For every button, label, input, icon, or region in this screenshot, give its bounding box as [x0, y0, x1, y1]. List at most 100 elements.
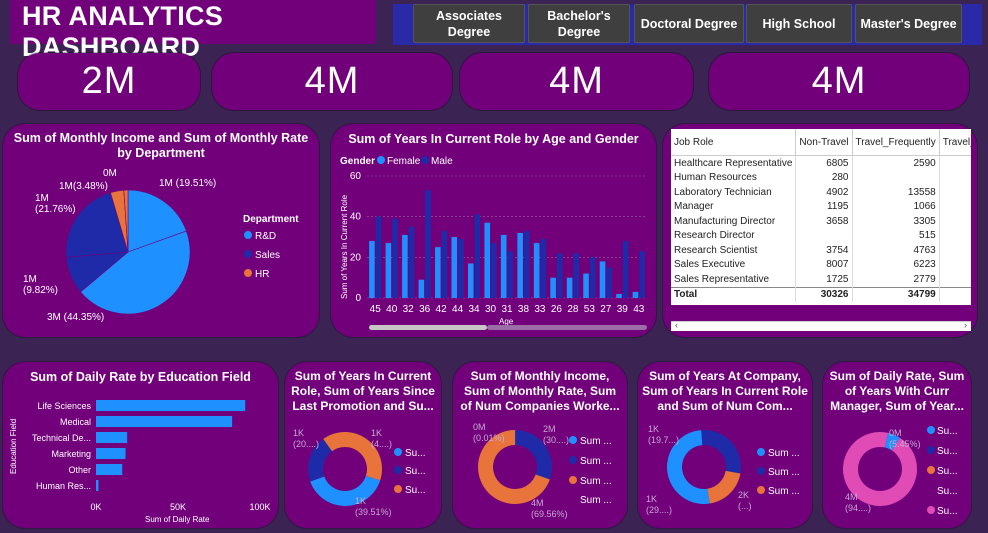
edu-bar-1 — [96, 416, 233, 427]
slicer-masters-degree[interactable]: Master's Degree — [855, 4, 962, 43]
total-cell: 34799 — [851, 286, 940, 302]
edu-x-tick: 100K — [249, 502, 270, 512]
age-bar-male-30 — [491, 243, 497, 298]
donut2-label-a: 0M (0.01%) — [473, 422, 505, 443]
kpi-card-4: 4M — [709, 53, 969, 110]
slicer-bachelors-degree[interactable]: Bachelor's Degree — [528, 4, 630, 43]
edu-x-tick: 50K — [170, 502, 186, 512]
age-bar-female-34 — [467, 263, 474, 298]
donut2-legend-2: Sum ... — [580, 456, 612, 467]
dashboard-title-banner: HR ANALYTICS DASHBOARD — [10, 0, 376, 62]
age-x-tick: 45 — [370, 304, 382, 315]
table-row[interactable]: Research Scientist 3754 4763 — [671, 243, 971, 258]
donut1-slice-0 — [310, 475, 381, 506]
slicer-doctoral-degree[interactable]: Doctoral Degree — [634, 4, 744, 43]
pie-label-r-and-d-large: 3M (44.35%) — [47, 312, 104, 323]
slicer-associates-degree[interactable]: Associates Degree — [413, 4, 525, 43]
department-pie-card[interactable]: Sum of Monthly Income and Sum of Monthly… — [3, 124, 319, 337]
slicer-high-school[interactable]: High School — [746, 4, 852, 43]
travel-value-cell — [938, 257, 971, 272]
col-header-travel-frequently[interactable]: Travel_Frequently — [852, 129, 940, 156]
table-row[interactable]: Research Director 515 — [671, 228, 971, 243]
travel-value-cell — [938, 243, 971, 258]
age-bar-male-45 — [375, 216, 382, 298]
age-y-axis-label: Sum of Years In Current Role — [340, 194, 349, 299]
department-pie-chart: 0M 1M (19.51%) 1M(3.48%) 1M (21.76%) 1M (9… — [23, 168, 299, 323]
scroll-right-icon[interactable]: › — [964, 320, 967, 330]
table-row[interactable]: Laboratory Technician 4902 13558 — [671, 185, 971, 200]
donut4-legend-3: Su... — [937, 466, 958, 477]
edu-bar-4 — [96, 464, 123, 475]
table-row[interactable]: Human Resources 280 — [671, 170, 971, 185]
edu-bar-3 — [96, 448, 126, 459]
age-bar-female-42 — [435, 247, 441, 298]
age-x-tick: 44 — [452, 304, 464, 315]
age-x-tick: 31 — [501, 304, 513, 315]
gender-legend-male: Male — [431, 156, 453, 167]
edu-category-label: Medical — [60, 417, 91, 427]
age-bar-female-43 — [632, 291, 639, 298]
donut2-label-b: 2M (30....) — [543, 424, 569, 445]
edu-category-label: Life Sciences — [37, 401, 91, 411]
table-row[interactable]: Manufacturing Director 3658 3305 — [671, 214, 971, 229]
job-role-table-card[interactable]: Job Role Non-Travel Travel_Frequently Tr… — [663, 124, 977, 337]
donut-daily-rate-chart: 0M (5.45%) 4M (94....) Su... Su... Su... S… — [843, 426, 958, 517]
donut1-legend-1: Su... — [405, 448, 426, 459]
age-bar-male-27 — [606, 267, 612, 298]
col-header-job-role[interactable]: Job Role — [671, 129, 797, 156]
col-header-travel-rarely[interactable]: Travel_ — [939, 129, 971, 156]
donut3-label-c: 1K (29....) — [646, 494, 672, 515]
travel-value-cell: 13558 — [851, 185, 940, 200]
table-row[interactable]: Sales Representative 1725 2779 — [671, 272, 971, 287]
travel-value-cell: 2590 — [851, 155, 940, 171]
donut-years-role-card[interactable]: Sum of Years In Current Role, Sum of Yea… — [285, 362, 441, 528]
donut4-legend-2: Su... — [937, 446, 958, 457]
table-row[interactable]: Healthcare Representative 6805 2590 — [671, 155, 971, 171]
edu-x-axis-label: Sum of Daily Rate — [145, 515, 210, 524]
col-header-non-travel[interactable]: Non-Travel — [795, 129, 853, 156]
age-x-tick: 36 — [419, 304, 431, 315]
donut-daily-rate-card[interactable]: Sum of Daily Rate, Sum of Years With Cur… — [823, 362, 971, 528]
pie-label-r-and-d-small: 1M (19.51%) — [159, 178, 216, 189]
donut-years-company-card[interactable]: Sum of Years At Company, Sum of Years In… — [638, 362, 812, 528]
age-bar-male-33 — [540, 239, 547, 298]
education-field-bar-card[interactable]: Sum of Daily Rate by Education Field Edu… — [3, 362, 278, 528]
donut-years-role-chart: 1K (20....) 1K (4....) 1K (39.51%) Su... Su… — [293, 428, 426, 517]
table-horizontal-scrollbar[interactable]: ‹ › — [671, 320, 971, 331]
table-row[interactable]: Manager 1195 1066 — [671, 199, 971, 214]
age-bar-female-27 — [599, 261, 606, 298]
pie-label-sales-large: 1M (21.76%) — [35, 193, 76, 215]
job-role-cell: Laboratory Technician — [674, 186, 772, 198]
donut1-label-b: 1K (4....) — [371, 428, 392, 449]
scroll-left-icon[interactable]: ‹ — [675, 320, 678, 330]
age-y-tick-60: 60 — [350, 171, 362, 182]
age-x-tick: 34 — [468, 304, 480, 315]
age-x-tick: 40 — [386, 304, 398, 315]
donut-monthly-income-card[interactable]: Sum of Monthly Income, Sum of Monthly Ra… — [453, 362, 627, 528]
job-role-cell: Human Resources — [674, 172, 757, 184]
travel-value-cell — [938, 170, 971, 185]
travel-value-cell: 1195 — [795, 199, 852, 214]
education-field-bar-chart: Education Field Sum of Daily Rate Life S… — [9, 400, 271, 524]
pie-label-sales-small: 1M (9.82%) — [23, 274, 58, 296]
edu-category-label: Other — [68, 465, 91, 475]
legend-dot-female — [377, 156, 385, 164]
job-role-cell: Manager — [674, 201, 714, 213]
pie-label-0m: 0M — [103, 168, 117, 179]
pie-legend-rnd: R&D — [255, 231, 276, 242]
edu-y-axis-label: Education Field — [9, 419, 18, 474]
table-row[interactable]: Sales Executive 8007 6223 — [671, 257, 971, 272]
age-gender-bar-card[interactable]: Sum of Years In Current Role by Age and … — [331, 124, 656, 337]
travel-value-cell: 1066 — [851, 199, 940, 214]
donut2-legend-3: Sum ... — [580, 476, 612, 487]
legend-dot-sales — [244, 250, 252, 258]
donut3-label-a: 1K (19.7...) — [648, 424, 679, 445]
age-x-tick: 42 — [436, 304, 448, 315]
total-cell: 1 — [938, 286, 971, 302]
age-bar-male-39 — [622, 241, 629, 298]
age-bar-male-53 — [589, 257, 596, 298]
travel-value-cell: 3754 — [795, 243, 852, 258]
donut2-legend-4: Sum ... — [580, 495, 612, 506]
gender-legend-female: Female — [387, 156, 421, 167]
age-bar-female-38 — [517, 232, 523, 298]
